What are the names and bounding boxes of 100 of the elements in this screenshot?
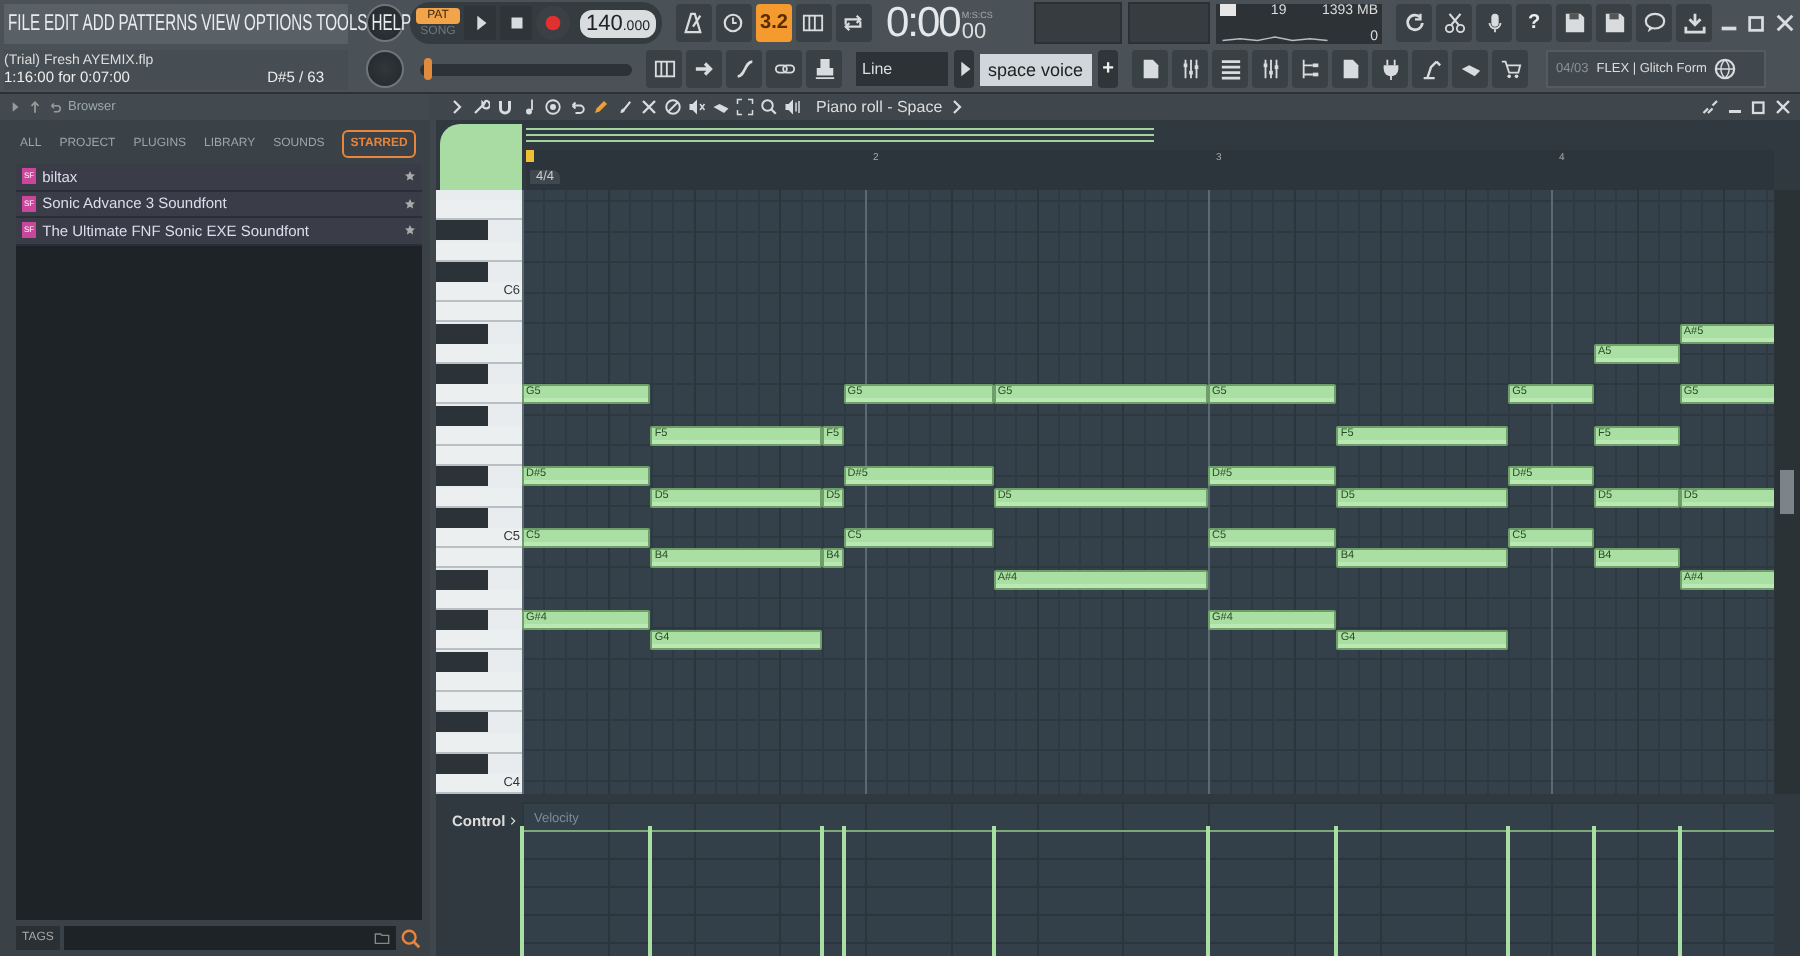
pencil-icon[interactable] — [592, 98, 610, 116]
chevron-icon[interactable] — [507, 816, 518, 826]
menu-item[interactable]: FILE — [7, 11, 41, 35]
chevron-icon[interactable] — [448, 98, 466, 116]
sharp-piano-key[interactable] — [436, 261, 488, 282]
toolbar-button[interactable] — [1436, 4, 1473, 42]
toolbar-button[interactable] — [1172, 50, 1208, 88]
velocity-stem[interactable] — [646, 826, 655, 956]
toolbar-button[interactable] — [806, 50, 842, 88]
toolbar-button[interactable] — [1396, 4, 1433, 42]
toolbar-button[interactable] — [1476, 4, 1513, 42]
velocity-stem[interactable] — [839, 826, 848, 956]
velocity-stem[interactable] — [1504, 826, 1513, 956]
toolbar-button[interactable] — [726, 50, 762, 88]
scrollbar[interactable] — [1774, 190, 1800, 794]
toolbar-button[interactable] — [1332, 50, 1368, 88]
velocity-stem[interactable] — [989, 826, 998, 956]
velocity-stem[interactable] — [1590, 826, 1598, 956]
toolbar-button[interactable] — [835, 4, 872, 42]
toolbar-button[interactable] — [1596, 4, 1633, 42]
toolbar-button[interactable] — [1132, 50, 1168, 88]
sharp-piano-key[interactable] — [436, 712, 488, 733]
sharp-piano-key[interactable] — [436, 405, 488, 425]
plug-icon — [1379, 58, 1401, 80]
piano-roll-title[interactable]: Piano roll - Space — [816, 98, 943, 116]
toolbar-button[interactable] — [675, 4, 712, 42]
target-icon[interactable] — [544, 98, 562, 116]
toolbar-button[interactable] — [686, 50, 722, 88]
select-icon[interactable] — [736, 98, 754, 116]
search-icon[interactable] — [400, 927, 422, 949]
sharp-piano-key[interactable] — [436, 753, 488, 774]
snap-toggle[interactable]: 3.2 — [755, 4, 792, 42]
toolbar-button[interactable] — [1252, 50, 1288, 88]
velocity-stem[interactable] — [1675, 826, 1684, 956]
brush-icon[interactable] — [616, 98, 634, 116]
add-pattern-button[interactable]: + — [1098, 50, 1118, 88]
speaker-icon[interactable] — [784, 98, 802, 116]
mute-icon[interactable] — [688, 98, 706, 116]
cross-icon[interactable] — [640, 98, 658, 116]
toolbar-button[interactable] — [1636, 4, 1673, 42]
toolbar-button[interactable] — [795, 4, 832, 42]
up-arrow-icon[interactable] — [28, 100, 42, 114]
toolbar-button[interactable] — [1372, 50, 1408, 88]
pattern-overview[interactable] — [526, 124, 1154, 144]
undo-icon[interactable] — [568, 98, 586, 116]
lamp-icon — [1419, 58, 1441, 80]
menu-item[interactable]: HELP — [371, 11, 412, 35]
toolbar-button[interactable] — [1292, 50, 1328, 88]
note-icon[interactable] — [520, 98, 538, 116]
loop-icon — [842, 12, 865, 34]
toolbar-button[interactable] — [1212, 50, 1248, 88]
triangle-icon[interactable] — [8, 100, 22, 114]
toolbar-button[interactable] — [715, 4, 752, 42]
pattern-selector[interactable]: space voice — [980, 53, 1092, 85]
settings-icon[interactable] — [472, 98, 490, 116]
magnet-icon[interactable] — [496, 98, 514, 116]
velocity-stem[interactable] — [1332, 826, 1341, 956]
menu-item[interactable]: VIEW — [201, 11, 241, 35]
sharp-piano-key[interactable] — [436, 651, 488, 671]
scissors-icon — [1443, 12, 1466, 34]
playhead-marker[interactable] — [526, 150, 534, 162]
menu-item[interactable]: TOOLS — [316, 11, 368, 35]
menu-item[interactable]: PATTERNS — [118, 11, 198, 35]
toolbar-button[interactable] — [646, 50, 682, 88]
close-icon[interactable] — [1774, 98, 1792, 116]
velocity-stem[interactable] — [1204, 826, 1213, 956]
play-button[interactable] — [464, 6, 496, 40]
document-icon — [1339, 58, 1361, 80]
snap-dropdown[interactable]: Line — [856, 52, 948, 86]
slash-circle-icon[interactable] — [664, 98, 682, 116]
sharp-piano-key[interactable] — [436, 220, 488, 241]
toolbar-button[interactable] — [766, 50, 802, 88]
menu-item[interactable]: ADD — [82, 11, 115, 35]
menu-item[interactable]: OPTIONS — [244, 11, 313, 35]
song-position-slider[interactable] — [420, 63, 632, 75]
chevron-icon[interactable] — [948, 98, 967, 116]
restore-icon[interactable] — [1746, 12, 1769, 34]
sharp-piano-key[interactable] — [436, 569, 488, 589]
pattern-arrow-button[interactable] — [954, 50, 974, 88]
sharp-piano-key[interactable] — [436, 466, 488, 487]
help-button[interactable]: ? — [1516, 4, 1553, 42]
velocity-lane[interactable] — [522, 802, 1774, 956]
stop-button[interactable] — [500, 6, 532, 40]
toolbar-button[interactable] — [1452, 50, 1488, 88]
close-icon[interactable] — [1774, 12, 1797, 34]
sharp-piano-key[interactable] — [436, 507, 488, 528]
toolbar-button[interactable] — [1556, 4, 1593, 42]
sharp-piano-key[interactable] — [436, 323, 488, 343]
mixer-icon — [1259, 58, 1281, 80]
velocity-stem[interactable] — [818, 826, 827, 956]
star-icon — [404, 197, 416, 210]
toolbar-button[interactable] — [1676, 4, 1713, 42]
zoom-icon[interactable] — [760, 98, 778, 116]
back-icon[interactable] — [48, 100, 62, 114]
toolbar-button[interactable] — [1412, 50, 1448, 88]
velocity-stem[interactable] — [518, 826, 526, 956]
toolbar-button[interactable] — [1492, 50, 1528, 88]
restore-icon[interactable] — [1750, 98, 1768, 116]
search-field[interactable] — [63, 926, 396, 950]
menu-item[interactable]: EDIT — [44, 11, 79, 35]
